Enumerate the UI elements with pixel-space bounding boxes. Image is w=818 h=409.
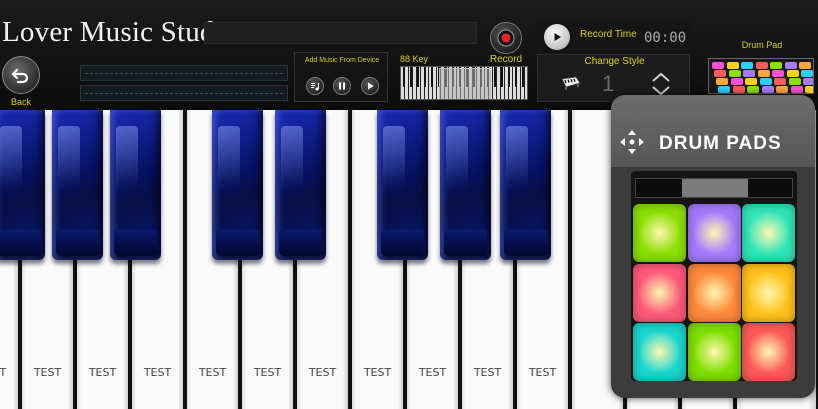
drum-pads-window: DRUM PADS: [611, 95, 815, 398]
app-title: Lover Music Studio: [2, 16, 238, 48]
piano-icon[interactable]: [560, 75, 582, 91]
drum-pad-thumb-cell: [805, 86, 813, 93]
drum-pad-thumb-cell: [774, 78, 786, 85]
black-key[interactable]: [52, 110, 103, 260]
drum-pads-title: DRUM PADS: [659, 133, 782, 154]
key-label: TEST: [143, 366, 172, 379]
black-key[interactable]: [440, 110, 491, 260]
drum-pad[interactable]: [633, 323, 686, 381]
drum-pad-thumb-cell: [741, 62, 753, 69]
drum-volume-slider-thumb[interactable]: [682, 179, 748, 197]
drum-pad-thumb-cell: [776, 86, 788, 93]
key-label: TEST: [308, 366, 337, 379]
play-music-button[interactable]: [361, 77, 379, 95]
key-label: TEST: [33, 366, 62, 379]
key-label: TEST: [88, 366, 117, 379]
drum-pad[interactable]: [633, 263, 686, 322]
level-meter-row-bottom: [80, 85, 288, 101]
drum-pad[interactable]: [742, 323, 795, 381]
drum-pad-thumb-cell: [801, 70, 813, 77]
drum-pad-thumb-cell: [803, 78, 813, 85]
top-toolbar: Lover Music Studio Back Add Music From D…: [0, 0, 818, 110]
drum-pad-thumb-cell: [784, 62, 797, 69]
record-time-value: 00:00: [644, 30, 687, 46]
drum-pad-thumb-cell: [759, 78, 772, 85]
drum-pad-thumb-cell: [726, 62, 739, 69]
drum-pad[interactable]: [687, 263, 741, 322]
back-arrow-icon: [11, 68, 29, 84]
drum-pad-thumb-cell: [743, 70, 755, 77]
key-range-window[interactable]: [439, 68, 491, 99]
drum-pads-header[interactable]: DRUM PADS: [611, 95, 815, 167]
drum-pad-thumb-cell: [761, 86, 774, 93]
drum-pad-grid: [633, 204, 795, 381]
drum-volume-slider[interactable]: [635, 178, 793, 198]
key-label: TEST: [0, 366, 7, 379]
black-key[interactable]: [500, 110, 551, 260]
drum-pad-thumb-cell: [714, 70, 726, 77]
pause-icon: [339, 82, 345, 90]
drum-pad[interactable]: [687, 204, 741, 262]
play-icon: [368, 82, 374, 90]
drum-pad[interactable]: [742, 263, 795, 322]
drum-pads-body: [631, 171, 797, 381]
drum-pad-thumb-cell: [716, 78, 728, 85]
music-note-icon: [311, 83, 319, 91]
drum-pad-thumb-cell: [772, 70, 784, 77]
key-label: TEST: [418, 366, 447, 379]
drum-pad-thumb-cell: [770, 62, 782, 69]
add-music-label: Add Music From Device: [304, 57, 380, 64]
key-label: TEST: [253, 366, 282, 379]
drum-pad[interactable]: [742, 204, 795, 262]
play-icon: [554, 33, 561, 41]
record-icon: [497, 29, 515, 47]
drum-pad-thumb-cell: [790, 86, 803, 93]
drum-pad-thumb-cell: [732, 86, 745, 93]
level-meter-row-top: [80, 65, 288, 81]
black-key[interactable]: [0, 110, 45, 260]
add-music-button[interactable]: [306, 77, 324, 95]
up-down-arrow-icon[interactable]: [650, 71, 672, 97]
black-key[interactable]: [212, 110, 263, 260]
key-label: TEST: [473, 366, 502, 379]
drum-pad-open-button[interactable]: [708, 58, 814, 94]
drum-pad[interactable]: [687, 323, 741, 381]
level-meter: [80, 64, 288, 102]
drum-pad-thumb-cell: [755, 62, 768, 69]
style-number: 1: [602, 71, 615, 96]
black-key[interactable]: [275, 110, 326, 260]
drum-pad-label: Drum Pad: [741, 40, 783, 50]
play-recording-button[interactable]: [544, 24, 570, 50]
title-bar-strip: [204, 22, 477, 44]
black-key[interactable]: [377, 110, 428, 260]
pause-music-button[interactable]: [333, 77, 351, 95]
record-label: Record: [489, 54, 523, 65]
drum-pad-thumb-cell: [799, 62, 811, 69]
add-music-panel: Add Music From Device: [294, 52, 388, 102]
record-time-label: Record Time: [580, 29, 637, 40]
drum-pad-thumb-cell: [730, 78, 743, 85]
drum-pad-thumb-cell: [712, 62, 724, 69]
drum-pad-thumb-cell: [747, 86, 759, 93]
key-label: TEST: [528, 366, 557, 379]
key-label: TEST: [198, 366, 227, 379]
drum-pad[interactable]: [633, 204, 686, 262]
key-range-label: 88 Key: [400, 54, 429, 64]
record-button[interactable]: [490, 22, 522, 54]
change-style-label: Change Style: [584, 56, 645, 67]
back-button[interactable]: [2, 56, 40, 94]
move-arrows-icon[interactable]: [618, 128, 646, 156]
key-range-strip[interactable]: [400, 66, 528, 100]
drum-pad-thumb-cell: [718, 86, 730, 93]
drum-pad-thumb-cell: [757, 70, 770, 77]
drum-pad-thumb-cell: [745, 78, 757, 85]
drum-pad-thumb-cell: [728, 70, 741, 77]
back-label: Back: [10, 97, 31, 107]
drum-pad-thumb-cell: [788, 78, 801, 85]
key-label: TEST: [363, 366, 392, 379]
drum-pad-thumb-cell: [786, 70, 799, 77]
black-key[interactable]: [110, 110, 161, 260]
